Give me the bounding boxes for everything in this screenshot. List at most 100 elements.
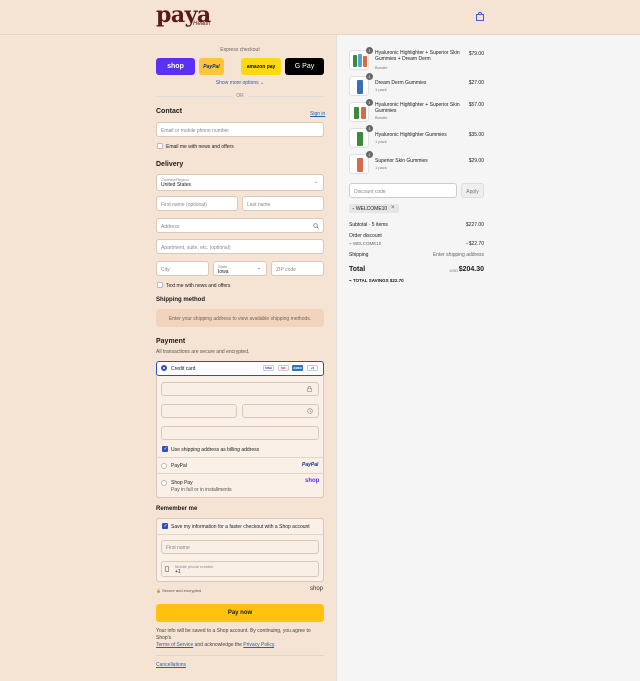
total-label: Total <box>349 266 366 273</box>
item-price-2: $27.00 <box>468 80 484 86</box>
credit-card-label: Credit card <box>171 366 196 372</box>
order-discount-code: ⌁ WELCOME10 <box>349 241 381 247</box>
credit-card-radio[interactable] <box>161 365 167 371</box>
phone-value: +1 <box>175 569 181 575</box>
more-cards-badge: +5 <box>307 365 318 371</box>
express-checkout-title: Express checkout <box>220 47 260 53</box>
help-circle-icon[interactable] <box>307 408 313 414</box>
order-discount-value: −$22.70 <box>465 241 484 247</box>
expiration-date-field[interactable] <box>161 404 237 418</box>
amex-icon: AMEX <box>292 365 303 371</box>
payment-divider-1 <box>156 457 324 458</box>
first-name-field[interactable]: First name (optional) <box>156 196 238 211</box>
order-discount-label: Order discount <box>349 233 382 239</box>
google-pay-express-button[interactable]: G Pay <box>285 58 324 75</box>
or-label: OR <box>236 93 244 99</box>
contact-title: Contact <box>156 108 183 115</box>
shop-pay-express-button[interactable]: shop <box>156 58 195 75</box>
item-quantity-badge-2: 1 <box>366 73 373 80</box>
card-number-field[interactable] <box>161 382 319 396</box>
remove-discount-close-icon[interactable]: × <box>391 205 395 211</box>
paypal-logo: PayPal <box>302 462 319 468</box>
item-price-1: $79.00 <box>468 51 484 57</box>
email-news-label: Email me with news and offers <box>166 144 234 150</box>
item-thumbnail-4 <box>349 128 369 148</box>
subtotal-label: Subtotal · 5 items <box>349 222 388 228</box>
text-news-checkbox[interactable] <box>157 282 163 288</box>
save-info-label: Save my information for a faster checkou… <box>171 524 310 530</box>
item-thumbnail-1 <box>349 50 369 70</box>
cancellations-link[interactable]: Cancellations <box>156 662 186 668</box>
shop-pay-label: Shop Pay <box>171 480 193 486</box>
item-quantity-badge-3: 1 <box>366 99 373 106</box>
paypal-radio[interactable] <box>161 463 167 469</box>
email-field[interactable]: Email or mobile phone number <box>156 122 324 137</box>
item-name-1: Hyaluronic Highlighter + Superior Skin G… <box>375 50 460 62</box>
footer-divider <box>156 655 324 656</box>
legal-text-3: . <box>274 642 276 648</box>
remember-first-name-field[interactable]: First name <box>161 540 319 554</box>
item-thumbnail-2 <box>349 76 369 96</box>
discount-tag: ⌁ WELCOME10 × <box>349 204 399 213</box>
mobile-phone-icon <box>165 566 169 572</box>
shopping-bag-icon[interactable] <box>476 12 484 21</box>
item-variant-2: 1 pack <box>375 87 387 92</box>
sign-in-link[interactable]: Sign in <box>310 111 325 117</box>
address-field[interactable]: Address <box>156 218 324 233</box>
billing-address-checkbox[interactable] <box>162 446 168 452</box>
zip-field[interactable]: ZIP code <box>271 261 324 276</box>
secure-encrypted-text: Secure and encrypted <box>162 588 202 593</box>
item-quantity-badge-5: 1 <box>366 151 373 158</box>
state-value: Iowa <box>218 269 229 275</box>
payment-divider-2 <box>156 473 324 474</box>
item-name-5: Superior Skin Gummies <box>375 158 428 164</box>
lock-icon <box>307 386 312 392</box>
pay-now-button[interactable]: Pay now <box>156 604 324 622</box>
item-variant-1: Bundle <box>375 65 388 70</box>
secure-encrypted-label: 🔒 Secure and encrypted <box>156 588 202 593</box>
item-quantity-badge-1: 1 <box>366 47 373 54</box>
paypal-label: PayPal <box>171 463 187 469</box>
address-search-icon <box>313 223 319 229</box>
shipping-method-title: Shipping method <box>156 297 205 303</box>
total-value: $204.30 <box>458 266 484 273</box>
paypal-express-button[interactable]: PayPal <box>199 58 224 75</box>
legal-text: Your info will be saved to a Shop accoun… <box>156 628 324 649</box>
shop-pay-logo: shop <box>305 478 320 484</box>
discount-tag-label: WELCOME10 <box>355 206 388 212</box>
apartment-field[interactable]: Apartment, suite, etc. (optional) <box>156 239 324 254</box>
country-select[interactable]: Country/Region United States <box>156 174 324 191</box>
amazon-pay-express-button[interactable]: amazon pay <box>241 58 281 75</box>
show-more-options-link[interactable]: Show more options ⌄ <box>156 80 324 86</box>
apply-discount-button[interactable]: Apply <box>461 183 484 198</box>
save-info-checkbox[interactable] <box>162 523 168 529</box>
email-news-checkbox[interactable] <box>157 143 163 149</box>
legal-text-1: Your info will be saved to a Shop accoun… <box>156 628 311 641</box>
billing-address-label: Use shipping address as billing address <box>171 447 260 453</box>
discount-code-field[interactable]: Discount code <box>349 183 457 198</box>
header: paya Health <box>0 0 640 35</box>
shop-pay-radio[interactable] <box>161 480 167 486</box>
city-field[interactable]: City <box>156 261 209 276</box>
item-name-3: Hyaluronic Highlighter + Superior Skin G… <box>375 102 460 114</box>
item-name-4: Hyaluronic Highlighter Gummies <box>375 132 447 138</box>
total-savings: ⌁ TOTAL SAVINGS $22.70 <box>349 278 404 284</box>
shipping-notice: Enter your shipping address to view avai… <box>156 309 324 327</box>
item-variant-3: Bundle <box>375 115 388 120</box>
visa-icon: VISA <box>263 365 274 371</box>
last-name-field[interactable]: Last name <box>242 196 324 211</box>
privacy-policy-link[interactable]: Privacy Policy <box>243 642 274 648</box>
subtotal-value: $227.00 <box>465 222 484 228</box>
item-thumbnail-5 <box>349 154 369 174</box>
name-on-card-field[interactable] <box>161 426 319 440</box>
logo[interactable]: paya Health <box>156 4 211 27</box>
order-discount-code-text: WELCOME10 <box>352 241 382 246</box>
or-divider: OR <box>156 93 324 99</box>
payment-subtitle: All transactions are secure and encrypte… <box>156 349 250 355</box>
delivery-title: Delivery <box>156 161 184 168</box>
state-chevron-down-icon: ⌄ <box>257 265 262 271</box>
item-price-5: $29.00 <box>468 158 484 164</box>
shipping-label: Shipping <box>349 252 369 258</box>
logo-sub: Health <box>193 21 211 27</box>
terms-of-service-link[interactable]: Terms of Service <box>156 642 193 648</box>
